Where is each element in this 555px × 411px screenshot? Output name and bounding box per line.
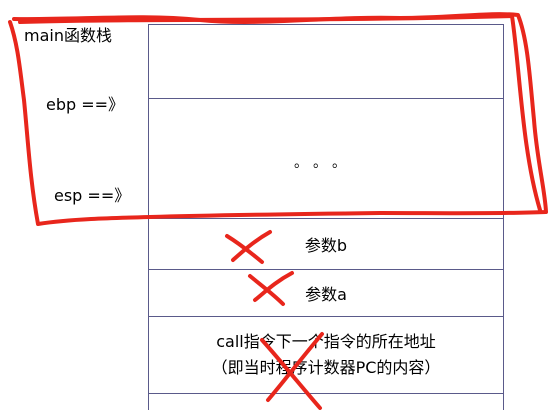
esp-pointer-label: esp ==》 bbox=[54, 186, 131, 205]
stack-cell-top bbox=[149, 25, 503, 99]
stack-cell-return-address: call指令下一个指令的所在地址 （即当时程序计数器PC的内容） bbox=[149, 317, 503, 394]
return-address-line1: call指令下一个指令的所在地址 bbox=[216, 332, 436, 351]
main-stack-title: main函数栈 bbox=[24, 26, 112, 45]
param-a-label: 参数a bbox=[305, 285, 347, 304]
stack-cell-param-a: 参数a bbox=[149, 270, 503, 317]
stack-cell-param-b: 参数b bbox=[149, 219, 503, 270]
stack-cell-ellipsis: 。。。 bbox=[149, 99, 503, 219]
return-address-line2: （即当时程序计数器PC的内容） bbox=[211, 358, 441, 377]
stack-cell-bottom bbox=[149, 394, 503, 411]
param-b-label: 参数b bbox=[304, 236, 348, 255]
stack-diagram: 。。。 参数b 参数a call指令下一个指令的所在地址 （即当时程序计数器PC… bbox=[148, 24, 504, 410]
ebp-pointer-label: ebp ==》 bbox=[46, 95, 125, 114]
ellipsis-text: 。。。 bbox=[294, 154, 358, 171]
